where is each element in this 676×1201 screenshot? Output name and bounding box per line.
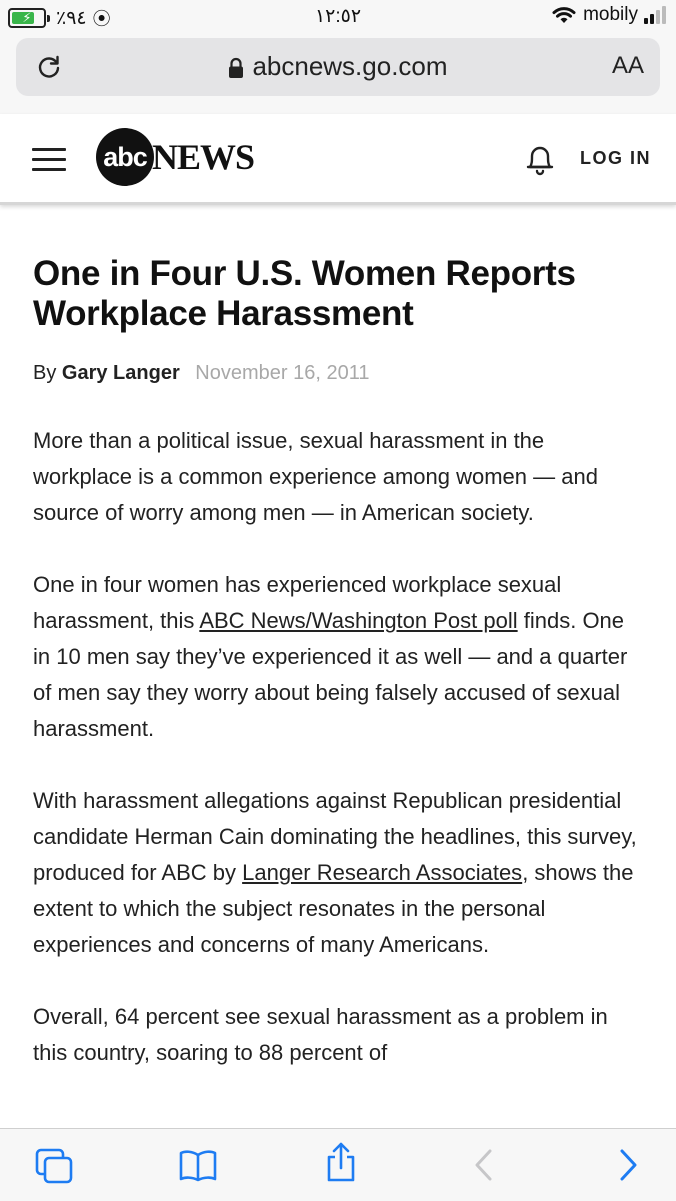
login-button[interactable]: LOG IN [580,148,651,169]
text-size-label: AA [611,52,644,79]
langer-research-link[interactable]: Langer Research Associates [242,860,522,885]
poll-link[interactable]: ABC News/Washington Post poll [199,608,517,633]
author-name[interactable]: Gary Langer [62,362,180,384]
logo-news: NEWS [152,137,255,177]
forward-icon[interactable] [616,1147,640,1183]
tabs-icon[interactable] [34,1147,76,1185]
bell-icon[interactable] [524,142,556,176]
abc-news-logo[interactable]: abc NEWS [96,128,255,186]
publish-date: November 16, 2011 [195,362,370,384]
bookmarks-icon[interactable] [178,1147,218,1183]
share-icon[interactable] [324,1141,358,1183]
byline: By Gary Langer November 16, 2011 [33,362,645,385]
browser-address-area: abcnews.go.com AA [0,32,676,115]
carrier-name: mobily [583,4,638,25]
back-icon[interactable] [472,1147,496,1183]
paragraph-3: With harassment allegations against Repu… [33,783,645,963]
url-text: abcnews.go.com [252,51,448,81]
status-bar: ⚡ ٪٩٤ ⦿ ١٢:٥٢ mobily [0,0,676,32]
address-bar[interactable]: abcnews.go.com AA [16,38,660,96]
wifi-icon [552,7,576,23]
article-title: One in Four U.S. Women Reports Workplace… [33,254,576,333]
byline-prefix: By [33,362,57,384]
text-size-button[interactable]: AA [612,52,644,80]
paragraph-2: One in four women has experienced workpl… [33,567,645,747]
lock-icon [229,58,244,79]
menu-icon[interactable] [32,148,66,172]
paragraph-4: Overall, 64 percent see sexual harassmen… [33,1004,608,1065]
paragraph-1: More than a political issue, sexual hara… [33,428,598,525]
browser-toolbar [0,1128,676,1201]
signal-icon [644,6,666,24]
status-right: mobily [551,4,666,26]
site-header: abc NEWS LOG IN [0,114,676,205]
logo-abc: abc [96,128,154,186]
url-display[interactable]: abcnews.go.com [16,51,660,82]
article: One in Four U.S. Women Reports Workplace… [33,214,645,1071]
